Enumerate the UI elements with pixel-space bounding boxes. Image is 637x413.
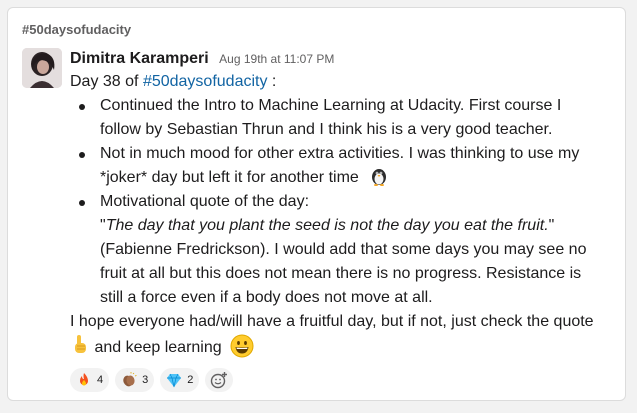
clap-emoji-icon	[121, 372, 137, 388]
reactions-bar: 4 3 2	[70, 368, 618, 392]
closing-text: I hope everyone had/will have a fruitful…	[70, 313, 594, 330]
message-card: #50daysofudacity Dimitra Karamperi Aug 1…	[7, 7, 626, 401]
bullet-text: follow by Sebastian Thrun and I think hi…	[100, 121, 553, 138]
hashtag-link[interactable]: #50daysofudacity	[143, 73, 268, 90]
bullet-text: fruit at all but this does not mean ther…	[100, 265, 582, 282]
add-reaction-button[interactable]	[205, 368, 234, 392]
closing-text-part: and keep learning	[90, 339, 222, 356]
message-body: Day 38 of #50daysofudacity : Continued t…	[70, 70, 618, 360]
message-timestamp[interactable]: Aug 19th at 11:07 PM	[219, 52, 334, 66]
message: Dimitra Karamperi Aug 19th at 11:07 PM D…	[70, 48, 618, 392]
list-item: Motivational quote of the day: "The day …	[70, 190, 618, 310]
intro-suffix: :	[267, 73, 277, 90]
bullet-list: Continued the Intro to Machine Learning …	[70, 94, 618, 310]
penguin-emoji-icon	[369, 166, 389, 186]
add-emoji-icon	[210, 371, 228, 389]
list-item: Not in much mood for other extra activit…	[70, 142, 618, 190]
channel-name[interactable]: #50daysofudacity	[22, 22, 131, 37]
reaction-count: 3	[142, 374, 149, 386]
author-name[interactable]: Dimitra Karamperi	[70, 50, 209, 67]
bullet-text: Not in much mood for other extra activit…	[100, 145, 580, 162]
avatar[interactable]	[22, 48, 62, 88]
message-header: Dimitra Karamperi Aug 19th at 11:07 PM	[70, 48, 618, 70]
reaction-fire[interactable]: 4	[70, 368, 110, 392]
bullet-dot	[79, 152, 85, 158]
closing-line: and keep learning	[70, 334, 618, 360]
bullet-text: Continued the Intro to Machine Learning …	[100, 97, 562, 114]
bullet-text-part: *joker* day but left it for another time	[100, 169, 359, 186]
list-item: Continued the Intro to Machine Learning …	[70, 94, 618, 142]
pointing-up-emoji-icon	[70, 334, 90, 354]
bullet-text: still a force even if a body does not mo…	[100, 289, 433, 306]
intro-line: Day 38 of #50daysofudacity :	[70, 70, 618, 94]
reaction-clap[interactable]: 3	[115, 368, 155, 392]
reaction-count: 2	[187, 374, 194, 386]
quote-text: The day that you plant the seed is not t…	[105, 217, 549, 234]
bullet-text: (Fabienne Fredrickson). I would add that…	[100, 241, 587, 258]
bullet-text: *joker* day but left it for another time	[100, 166, 618, 190]
reaction-count: 4	[97, 374, 104, 386]
bullet-text: Motivational quote of the day:	[100, 193, 310, 210]
grinning-face-emoji-icon	[230, 334, 254, 358]
quote-mark: "	[548, 217, 555, 234]
bullet-dot	[79, 200, 85, 206]
quote-line: "The day that you plant the seed is not …	[100, 214, 618, 238]
bullet-dot	[79, 104, 85, 110]
fire-emoji-icon	[76, 372, 92, 388]
gem-emoji-icon	[166, 372, 182, 388]
intro-prefix: Day 38 of	[70, 73, 143, 90]
reaction-gem[interactable]: 2	[160, 368, 200, 392]
